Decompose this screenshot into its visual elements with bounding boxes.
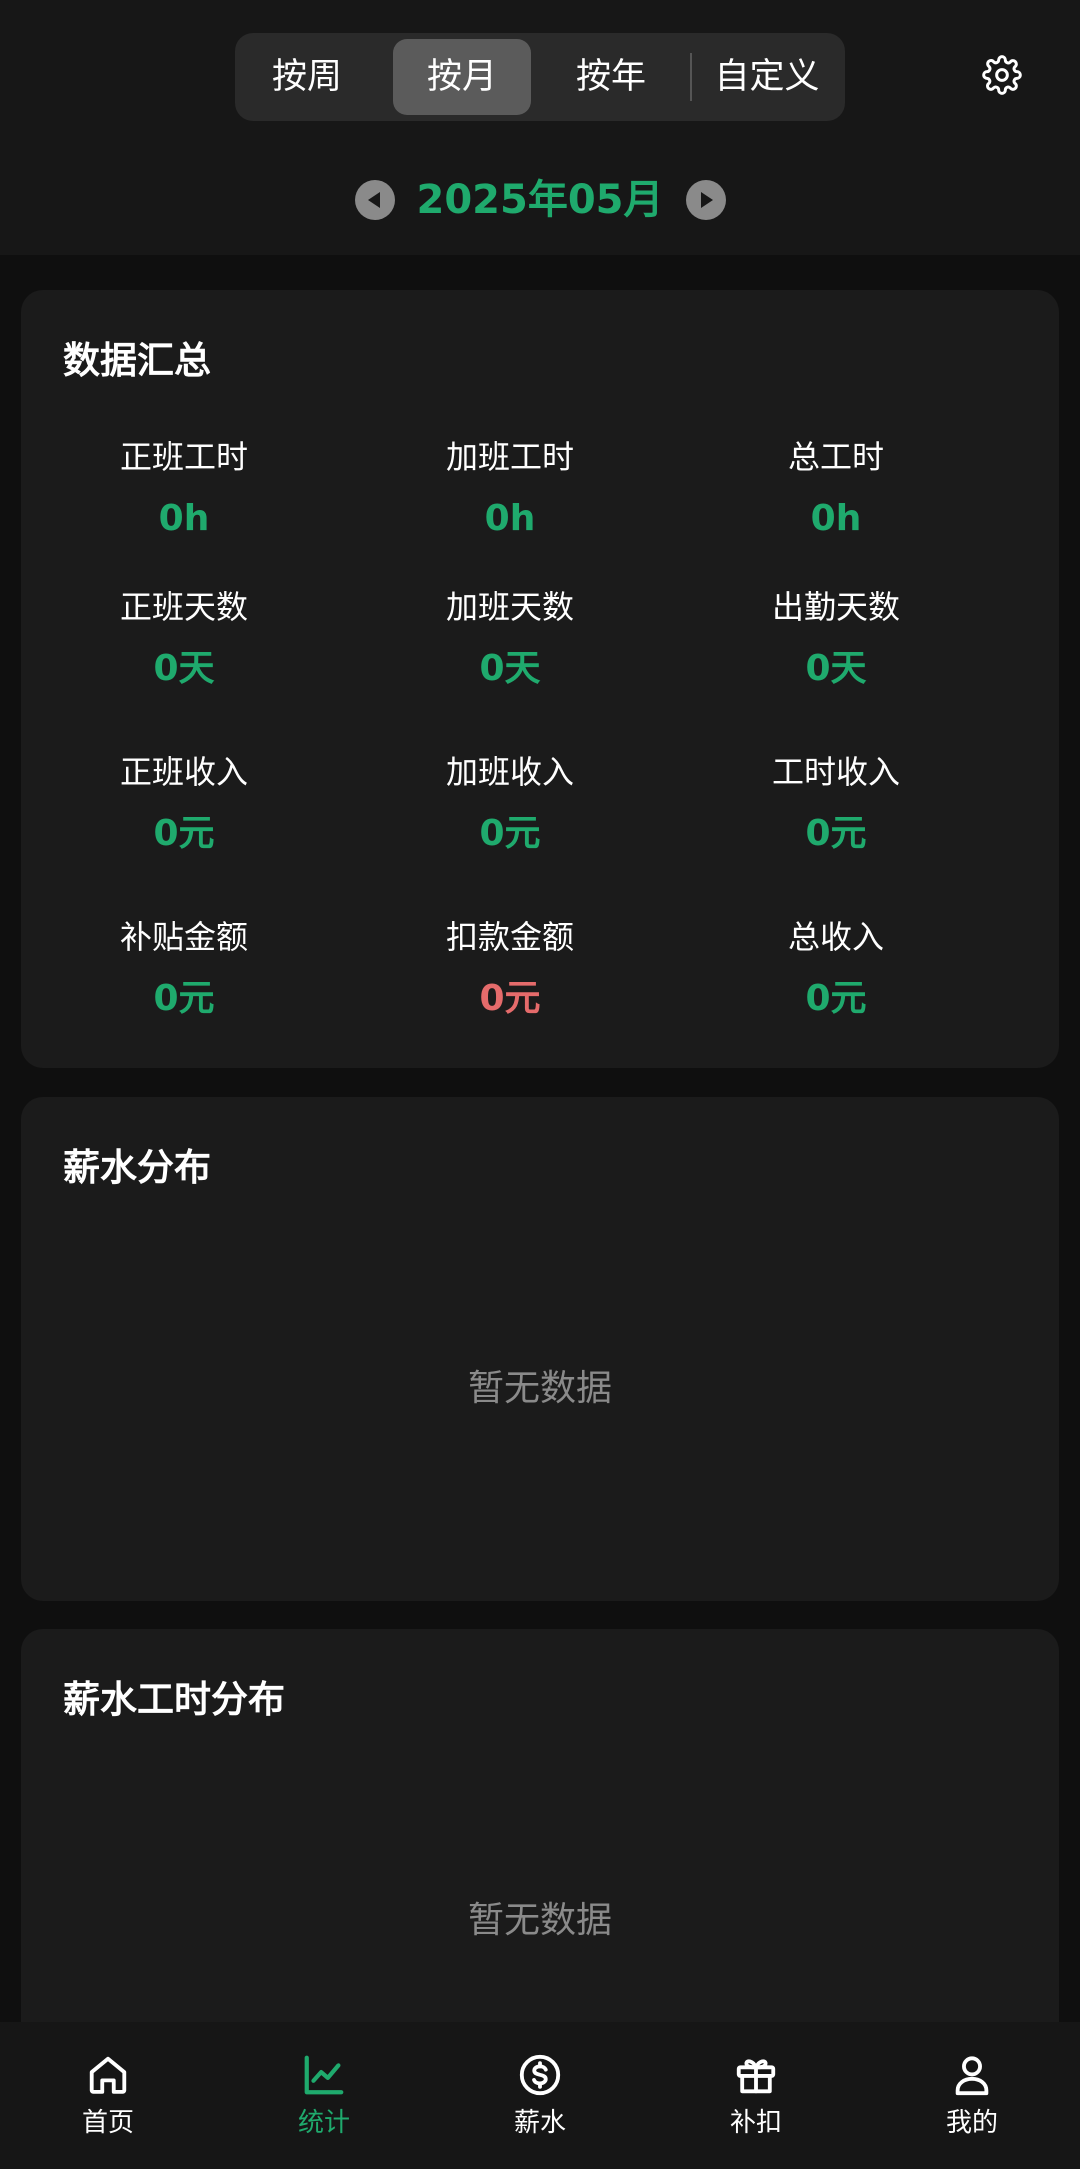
stat-value: 0元	[805, 813, 867, 854]
gift-icon	[736, 2059, 776, 2094]
stat-value: 0天	[153, 648, 215, 689]
stat-label: 出勤天数	[771, 588, 900, 626]
stat-subsidy: 补贴金额 0元	[21, 915, 347, 1025]
stat-regular-hours: 正班工时 0h	[21, 435, 347, 545]
stat-label: 加班收入	[445, 753, 574, 791]
triangle-left-icon[interactable]	[355, 180, 395, 220]
summary-title: 数据汇总	[63, 339, 211, 382]
stat-label: 总收入	[787, 918, 884, 956]
stat-label: 扣款金额	[445, 918, 574, 956]
stat-value: 0h	[810, 498, 862, 539]
tab-label: 我的	[945, 2108, 998, 2138]
stat-label: 加班工时	[445, 438, 574, 476]
stat-label: 正班天数	[119, 588, 248, 626]
stat-value: 0元	[479, 813, 541, 854]
stat-label: 加班天数	[445, 588, 574, 626]
statistics-page: 按周 按月 按年 自定义 2025年05月 数据汇总 正班工时 0h 加班工时 …	[0, 0, 1080, 2169]
stat-label: 总工时	[787, 438, 884, 476]
salary-distribution-title: 薪水分布	[63, 1146, 211, 1189]
salary-hours-distribution-title: 薪水工时分布	[63, 1678, 285, 1721]
tab-salary[interactable]: 薪水	[432, 2052, 648, 2140]
stat-overtime-income: 加班收入 0元	[347, 750, 673, 860]
stat-regular-days: 正班天数 0天	[21, 585, 347, 695]
stat-overtime-hours: 加班工时 0h	[347, 435, 673, 545]
segment-year[interactable]: 按年	[547, 39, 675, 115]
tab-label: 补扣	[729, 2108, 782, 2138]
stat-deduction: 扣款金额 0元	[347, 915, 673, 1025]
gear-icon[interactable]	[982, 55, 1022, 95]
chart-icon	[304, 2055, 344, 2095]
stat-label: 正班收入	[119, 753, 248, 791]
summary-card: 数据汇总 正班工时 0h 加班工时 0h 总工时 0h 正班天数 0天 加班天数…	[21, 290, 1059, 1068]
stat-value: 0天	[805, 648, 867, 689]
tab-label: 薪水	[513, 2108, 566, 2138]
empty-state-text: 暂无数据	[467, 1368, 612, 1409]
salary-hours-distribution-card: 薪水工时分布 暂无数据	[21, 1629, 1059, 2049]
period-segmented-control: 按周 按月 按年 自定义	[235, 33, 845, 121]
stat-value: 0元	[479, 978, 541, 1019]
stat-value: 0元	[805, 978, 867, 1019]
empty-state-text: 暂无数据	[467, 1900, 612, 1941]
salary-distribution-card: 薪水分布 暂无数据	[21, 1097, 1059, 1601]
segment-divider	[690, 53, 692, 101]
stat-value: 0元	[153, 813, 215, 854]
bottom-tab-bar: 首页 统计 薪水 补扣 我的	[0, 2022, 1080, 2169]
stat-value: 0h	[484, 498, 536, 539]
stat-value: 0元	[153, 978, 215, 1019]
stat-attendance-days: 出勤天数 0天	[673, 585, 999, 695]
header: 按周 按月 按年 自定义 2025年05月	[0, 0, 1080, 255]
stat-label: 正班工时	[119, 438, 248, 476]
triangle-right-icon[interactable]	[686, 180, 726, 220]
tab-adjustments[interactable]: 补扣	[648, 2052, 864, 2140]
stat-hourly-income: 工时收入 0元	[673, 750, 999, 860]
stat-label: 补贴金额	[119, 918, 248, 956]
current-month: 2025年05月	[416, 177, 664, 223]
dollar-icon	[519, 2054, 561, 2096]
stat-value: 0天	[479, 648, 541, 689]
stat-value: 0h	[158, 498, 210, 539]
tab-home[interactable]: 首页	[0, 2052, 216, 2140]
tab-label: 首页	[81, 2108, 134, 2138]
tab-profile[interactable]: 我的	[864, 2052, 1080, 2140]
segment-month[interactable]: 按月	[393, 39, 531, 115]
user-icon	[955, 2056, 989, 2096]
stat-regular-income: 正班收入 0元	[21, 750, 347, 860]
segment-week[interactable]: 按周	[243, 39, 371, 115]
stat-total-hours: 总工时 0h	[673, 435, 999, 545]
tab-label: 统计	[297, 2108, 350, 2138]
stat-label: 工时收入	[771, 753, 900, 791]
home-icon	[89, 2056, 127, 2094]
date-selector: 2025年05月	[0, 170, 1080, 230]
stat-total-income: 总收入 0元	[673, 915, 999, 1025]
segment-custom[interactable]: 自定义	[697, 39, 837, 115]
stat-overtime-days: 加班天数 0天	[347, 585, 673, 695]
tab-stats[interactable]: 统计	[216, 2052, 432, 2140]
